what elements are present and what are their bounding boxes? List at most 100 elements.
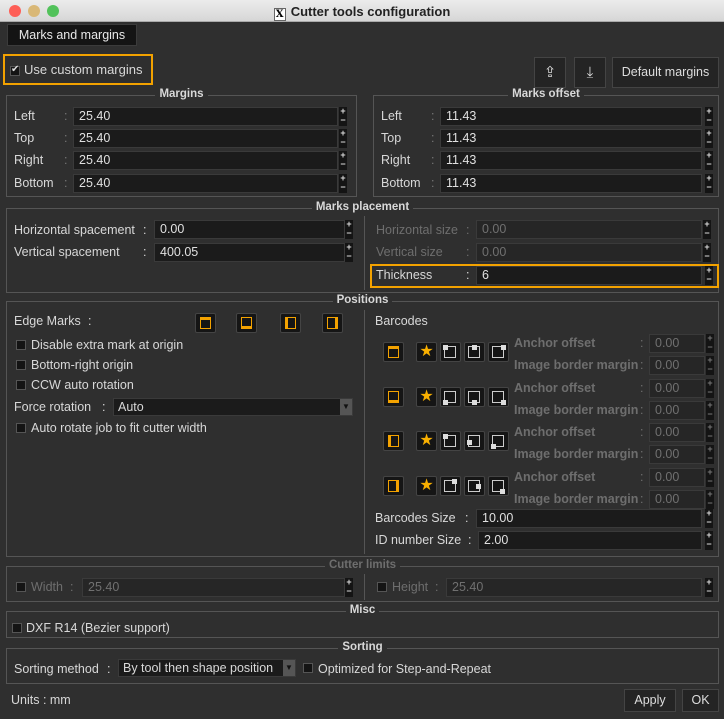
horizontal-spacement-spinner[interactable]: + − — [345, 220, 353, 239]
barcode-favorite-button[interactable]: ★ — [416, 431, 437, 451]
marks_offset-row-spinner[interactable]: + − — [705, 174, 713, 193]
marks_offset-row-input[interactable]: 11.43 — [440, 107, 702, 126]
marks_offset-row-input[interactable]: 11.43 — [440, 174, 702, 193]
image-border-margin-spinner[interactable]: + − — [706, 400, 714, 420]
star-icon: ★ — [419, 432, 434, 449]
margins-row-input[interactable]: 25.40 — [73, 129, 338, 148]
barcode-favorite-button[interactable]: ★ — [416, 342, 437, 362]
marks_offset-row-input[interactable]: 11.43 — [440, 151, 702, 170]
bottom-right-origin-checkbox[interactable] — [16, 360, 26, 370]
anchor-offset-input[interactable]: 0.00 — [649, 334, 705, 353]
width-checkbox[interactable] — [16, 582, 26, 592]
edge-mark-top-button[interactable] — [195, 313, 216, 333]
edge-mark-right-button[interactable] — [322, 313, 343, 333]
thickness-spinner[interactable]: + − — [705, 266, 713, 285]
margins-row-spinner[interactable]: + − — [339, 107, 347, 126]
height-checkbox[interactable] — [377, 582, 387, 592]
marks_offset-row-input[interactable]: 11.43 — [440, 129, 702, 148]
barcode-favorite-button[interactable]: ★ — [416, 475, 437, 496]
image-border-margin-input[interactable]: 0.00 — [649, 356, 705, 375]
thickness-input[interactable]: 6 — [476, 266, 702, 285]
barcode-anchor-button[interactable] — [488, 342, 509, 362]
ok-button[interactable]: OK — [682, 689, 719, 712]
divider — [364, 310, 365, 554]
anchor-offset-label: Anchor offset — [514, 425, 596, 439]
anchor-offset-input[interactable]: 0.00 — [649, 423, 705, 442]
barcode-anchor-button[interactable] — [440, 475, 461, 496]
barcode-anchor-button[interactable] — [464, 475, 485, 496]
id-number-size-input[interactable]: 2.00 — [478, 531, 702, 550]
image-border-margin-input[interactable]: 0.00 — [649, 445, 705, 464]
margins-row-input[interactable]: 25.40 — [73, 151, 338, 170]
anchor-offset-spinner[interactable]: + − — [706, 467, 714, 487]
vertical-size-input[interactable]: 0.00 — [476, 243, 702, 262]
width-spinner[interactable]: + − — [345, 578, 353, 597]
marks_offset-row-label: Left — [381, 109, 402, 123]
width-label: Width — [31, 580, 63, 594]
barcode-edge-bottom-button[interactable] — [383, 386, 404, 407]
image-border-margin-spinner[interactable]: + − — [706, 489, 714, 509]
marks_offset-row-spinner[interactable]: + − — [705, 129, 713, 148]
barcode-edge-left-button[interactable] — [383, 431, 404, 451]
marks_offset-row-spinner[interactable]: + − — [705, 107, 713, 126]
anchor-offset-spinner[interactable]: + − — [706, 378, 714, 398]
optimized-step-repeat-checkbox[interactable] — [303, 663, 313, 673]
auto-rotate-checkbox[interactable] — [16, 423, 26, 433]
disable-extra-mark-checkbox[interactable] — [16, 340, 26, 350]
colon: : — [465, 511, 469, 525]
anchor-offset-label: Anchor offset — [514, 380, 596, 395]
horizontal-size-input[interactable]: 0.00 — [476, 220, 702, 239]
barcode-anchor-button[interactable] — [440, 386, 461, 407]
barcode-anchor-button[interactable] — [464, 342, 485, 362]
anchor-offset-input[interactable]: 0.00 — [649, 378, 705, 398]
barcodes-size-spinner[interactable]: + − — [705, 509, 713, 528]
anchor-offset-spinner[interactable]: + − — [706, 423, 714, 442]
height-spinner[interactable]: + − — [705, 578, 713, 597]
margins-row-spinner[interactable]: + − — [339, 151, 347, 170]
dxf-r14-label: DXF R14 (Bezier support) — [26, 621, 170, 635]
sorting-method-select[interactable]: By tool then shape position ▼ — [118, 659, 296, 677]
barcode-anchor-button[interactable] — [440, 431, 461, 451]
horizontal-size-spinner[interactable]: + − — [703, 220, 711, 239]
width-input[interactable]: 25.40 — [82, 578, 345, 597]
margins-row-input[interactable]: 25.40 — [73, 107, 338, 126]
dxf-r14-checkbox[interactable] — [12, 623, 22, 633]
force-rotation-select[interactable]: Auto ▼ — [113, 398, 353, 416]
edge-mark-bottom-button[interactable] — [236, 313, 257, 333]
image-border-margin-spinner[interactable]: + − — [706, 356, 714, 375]
image-border-margin-label: Image border margin — [514, 358, 639, 372]
ccw-auto-rotation-checkbox[interactable] — [16, 380, 26, 390]
margins-row-spinner[interactable]: + − — [339, 129, 347, 148]
image-border-margin-input[interactable]: 0.00 — [649, 400, 705, 420]
apply-button[interactable]: Apply — [624, 689, 676, 712]
barcode-favorite-button[interactable]: ★ — [416, 386, 437, 407]
id-number-size-spinner[interactable]: + − — [705, 531, 713, 550]
vertical-size-spinner[interactable]: + − — [703, 243, 711, 262]
horizontal-spacement-input[interactable]: 0.00 — [154, 220, 345, 239]
marks_offset-row-spinner[interactable]: + − — [705, 151, 713, 170]
default-margins-button[interactable]: Default margins — [612, 57, 719, 88]
use-custom-margins-checkbox[interactable] — [10, 64, 20, 76]
image-border-margin-input[interactable]: 0.00 — [649, 489, 705, 509]
barcode-anchor-button[interactable] — [464, 431, 485, 451]
export-button[interactable]: ⇪ — [534, 57, 566, 88]
anchor-offset-spinner[interactable]: + − — [706, 334, 714, 353]
barcode-anchor-button[interactable] — [488, 386, 509, 407]
barcode-anchor-button[interactable] — [464, 386, 485, 407]
barcodes-size-input[interactable]: 10.00 — [476, 509, 702, 528]
image-border-margin-spinner[interactable]: + − — [706, 445, 714, 464]
edge-mark-left-button[interactable] — [280, 313, 301, 333]
barcode-anchor-button[interactable] — [488, 431, 509, 451]
height-input[interactable]: 25.40 — [446, 578, 702, 597]
import-button[interactable]: ⤓ — [574, 57, 606, 88]
margins-row-input[interactable]: 25.40 — [73, 174, 338, 193]
barcode-edge-right-button[interactable] — [383, 475, 404, 496]
anchor-offset-input[interactable]: 0.00 — [649, 467, 705, 487]
barcode-edge-top-button[interactable] — [383, 342, 404, 362]
margins-row-spinner[interactable]: + − — [339, 174, 347, 193]
vertical-spacement-spinner[interactable]: + − — [345, 243, 353, 262]
vertical-spacement-input[interactable]: 400.05 — [154, 243, 345, 262]
tab-marks-and-margins[interactable]: Marks and margins — [7, 24, 137, 46]
barcode-anchor-button[interactable] — [488, 475, 509, 496]
barcode-anchor-button[interactable] — [440, 342, 461, 362]
